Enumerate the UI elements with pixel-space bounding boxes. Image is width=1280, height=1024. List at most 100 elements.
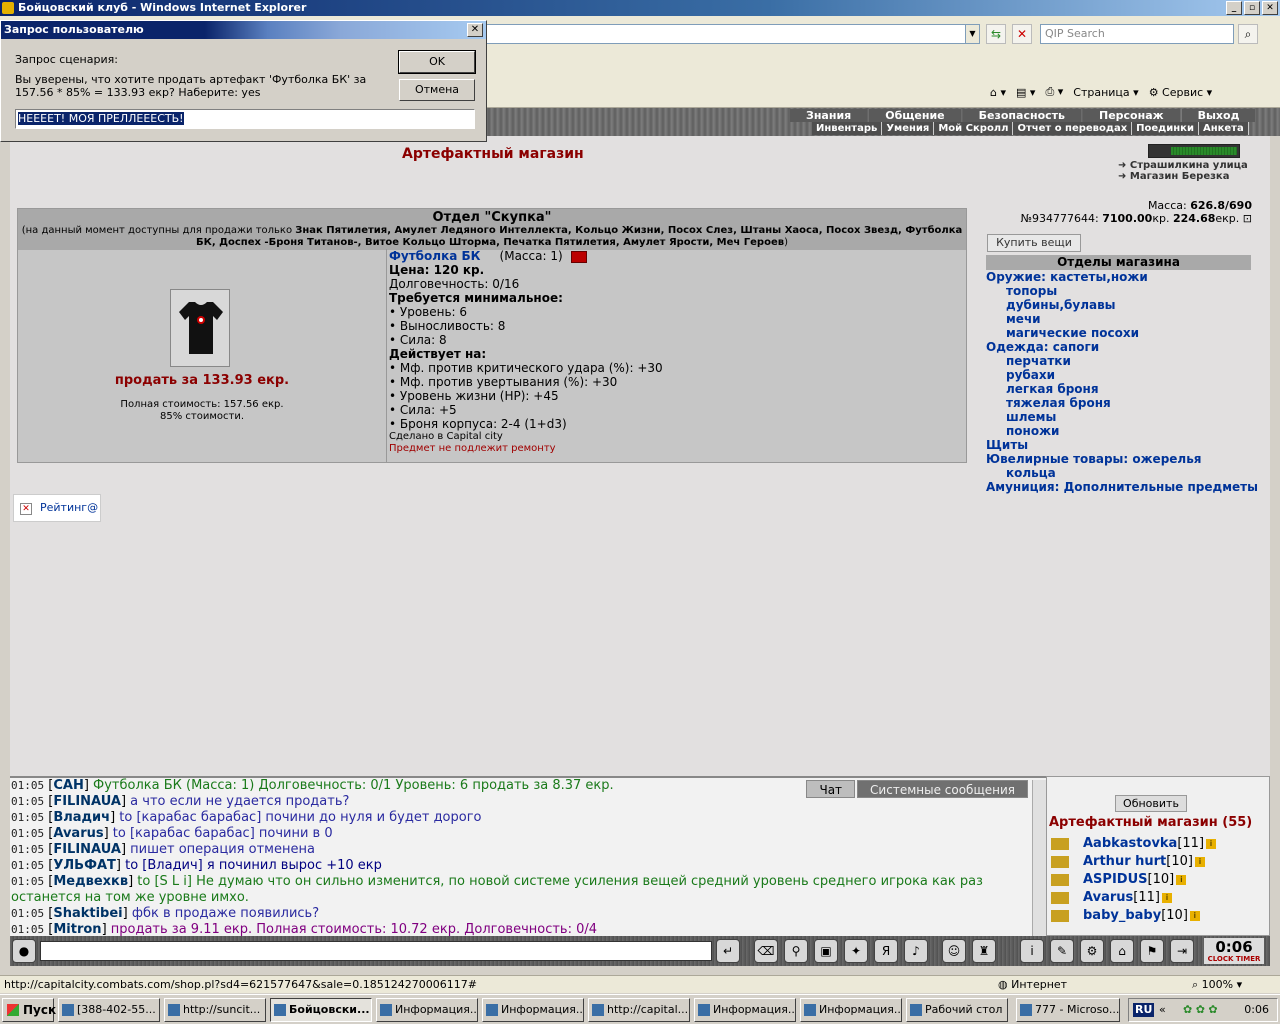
online-user-nick[interactable]: Arthur hurt [1083, 854, 1166, 869]
filter-icon[interactable]: ⚲ [784, 939, 808, 963]
chat-nick[interactable]: Mitron [53, 922, 101, 936]
chat-nick[interactable]: УЛЬФАТ [53, 858, 116, 873]
nav-exit[interactable]: Выход [1181, 109, 1256, 122]
home-icon[interactable]: ⌂ ▾ [990, 86, 1006, 99]
maximize-button[interactable]: ▫ [1244, 1, 1260, 15]
eraser-icon[interactable]: ⌫ [754, 939, 778, 963]
smiley-icon[interactable]: ☺ [942, 939, 966, 963]
chat-timestamp[interactable]: 01:05 [11, 923, 44, 936]
tools-menu[interactable]: ⚙ Сервис ▾ [1149, 86, 1213, 99]
department-link[interactable]: тяжелая броня [986, 396, 1251, 410]
chat-options-icon[interactable]: ● [12, 939, 36, 963]
taskbar-button[interactable]: Информация... [376, 998, 478, 1022]
tray-icons[interactable]: ✿ ✿ ✿ [1183, 999, 1218, 1021]
user-info-icon[interactable]: i [1206, 838, 1217, 849]
chat-nick[interactable]: Медвехкв [53, 874, 128, 889]
chat-timestamp[interactable]: 01:05 [11, 843, 44, 856]
department-link[interactable]: Амуниция: Дополнительные предметы [986, 480, 1258, 494]
department-link[interactable]: легкая броня [986, 382, 1251, 396]
nav-communication[interactable]: Общение [869, 109, 961, 122]
nav-inventory[interactable]: Инвентарь [812, 122, 883, 135]
minimize-button[interactable]: _ [1226, 1, 1242, 15]
sell-link[interactable]: продать за 133.93 екр. [18, 373, 386, 388]
tray-expand-icon[interactable]: « [1159, 999, 1166, 1021]
send-icon[interactable]: ↵ [716, 939, 740, 963]
chat-timestamp[interactable]: 01:05 [11, 811, 44, 824]
chat-timestamp[interactable]: 01:05 [11, 907, 44, 920]
online-user-nick[interactable]: baby_baby [1083, 908, 1161, 923]
nav-transfer-report[interactable]: Отчет о переводах [1013, 122, 1133, 135]
language-indicator[interactable]: RU [1133, 1003, 1155, 1017]
rating-badge[interactable]: ✕ Рейтинг@ [13, 494, 101, 522]
chat-scrollbar[interactable] [1032, 780, 1046, 936]
print-icon[interactable]: ⎙ ▾ [1045, 85, 1063, 99]
chat-timestamp[interactable]: 01:05 [11, 795, 44, 808]
home-location-icon[interactable]: ⌂ [1110, 939, 1134, 963]
item-image[interactable] [170, 289, 230, 367]
user-info-icon[interactable]: i [1161, 892, 1172, 903]
money-info-icon[interactable]: ⊡ [1243, 212, 1252, 225]
start-button[interactable]: Пуск [2, 998, 56, 1022]
taskbar-button[interactable]: 777 - Microso... [1016, 998, 1120, 1022]
helmet-icon[interactable]: ♜ [972, 939, 996, 963]
info-icon[interactable]: i [1020, 939, 1044, 963]
ok-button[interactable]: OK [398, 50, 476, 74]
sound-icon[interactable]: ♪ [904, 939, 928, 963]
save-icon[interactable]: ▣ [814, 939, 838, 963]
tab-system-messages[interactable]: Системные сообщения [857, 780, 1028, 798]
department-link[interactable]: поножи [986, 424, 1251, 438]
private-message-icon[interactable] [1051, 837, 1069, 850]
nav-security[interactable]: Безопасность [962, 109, 1081, 122]
fight-icon[interactable]: ✦ [844, 939, 868, 963]
user-info-icon[interactable]: i [1176, 874, 1187, 885]
scroll-icon[interactable]: ✎ [1050, 939, 1074, 963]
user-info-icon[interactable]: i [1194, 856, 1205, 867]
chat-timestamp[interactable]: 01:05 [11, 875, 44, 888]
taskbar-button[interactable]: Бойцовски... [270, 998, 372, 1022]
search-icon[interactable]: ⌕ [1238, 24, 1258, 44]
chat-nick[interactable]: САН [53, 778, 83, 793]
cancel-button[interactable]: Отмена [399, 79, 475, 101]
private-message-icon[interactable] [1051, 891, 1069, 904]
stop-icon[interactable]: ✕ [1012, 24, 1032, 44]
nav-profile[interactable]: Анкета [1198, 122, 1249, 135]
chat-timestamp[interactable]: 01:05 [11, 779, 44, 792]
department-link[interactable]: топоры [986, 284, 1251, 298]
taskbar-button[interactable]: Рабочий стол [906, 998, 1008, 1022]
refresh-button[interactable]: Обновить [1115, 795, 1187, 812]
location-link-street[interactable]: ➜ Страшилкина улица [1118, 160, 1258, 171]
department-link[interactable]: перчатки [986, 354, 1251, 368]
taskbar-button[interactable]: Информация... [482, 998, 584, 1022]
department-link[interactable]: Ювелирные товары: ожерелья [986, 452, 1251, 466]
nav-my-scroll[interactable]: Мой Скролл [934, 122, 1014, 135]
address-dropdown-icon[interactable]: ▼ [965, 25, 979, 43]
refresh-icon[interactable]: ⇆ [986, 24, 1006, 44]
chat-nick[interactable]: Shaktibei [53, 906, 122, 921]
department-link[interactable]: рубахи [986, 368, 1251, 382]
dialog-input[interactable]: НЕЕЕЕТ! МОЯ ПРЕЛЛЕЕЕСТЬ! [15, 109, 475, 129]
private-message-icon[interactable] [1051, 873, 1069, 886]
nav-knowledge[interactable]: Знания [790, 109, 868, 122]
settings-icon[interactable]: ⚙ [1080, 939, 1104, 963]
taskbar-button[interactable]: http://suncit... [164, 998, 266, 1022]
buy-items-button[interactable]: Купить вещи [987, 234, 1081, 252]
nav-character[interactable]: Персонаж [1083, 109, 1180, 122]
department-link[interactable]: дубины,булавы [986, 298, 1251, 312]
tab-chat[interactable]: Чат [806, 780, 856, 798]
nav-skills[interactable]: Умения [882, 122, 935, 135]
flag-icon[interactable]: ⚑ [1140, 939, 1164, 963]
chat-timestamp[interactable]: 01:05 [11, 859, 44, 872]
online-user-nick[interactable]: Aabkastovka [1083, 836, 1177, 851]
taskbar-button[interactable]: http://capital... [588, 998, 690, 1022]
user-info-icon[interactable]: i [1189, 910, 1200, 921]
department-link[interactable]: магические посохи [986, 326, 1251, 340]
chat-nick[interactable]: FILINAUA [53, 842, 121, 857]
chat-nick[interactable]: Avarus [53, 826, 103, 841]
address-bar[interactable]: ▼ [480, 24, 980, 44]
department-link[interactable]: мечи [986, 312, 1251, 326]
zoom-control[interactable]: ⌕ 100% ▾ [1192, 976, 1242, 993]
private-message-icon[interactable] [1051, 909, 1069, 922]
chat-nick[interactable]: Владич [53, 810, 110, 825]
private-message-icon[interactable] [1051, 855, 1069, 868]
exit-icon[interactable]: ⇥ [1170, 939, 1194, 963]
